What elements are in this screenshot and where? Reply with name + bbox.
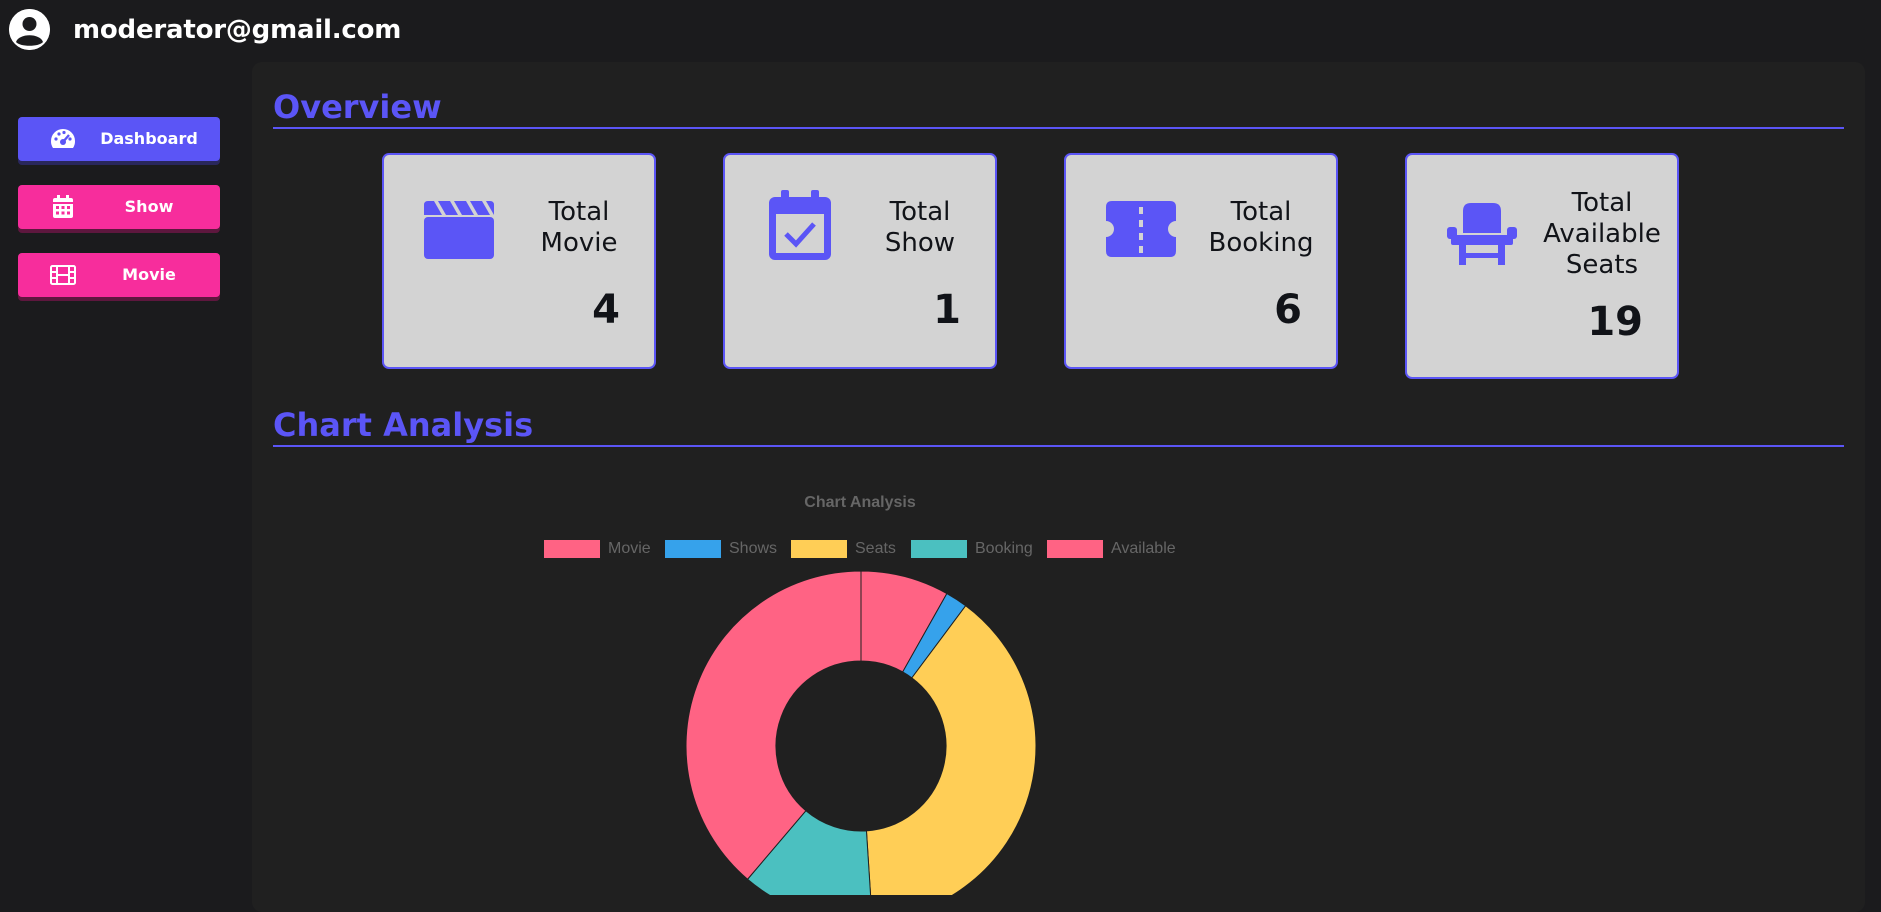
doughnut-chart — [685, 570, 1037, 895]
